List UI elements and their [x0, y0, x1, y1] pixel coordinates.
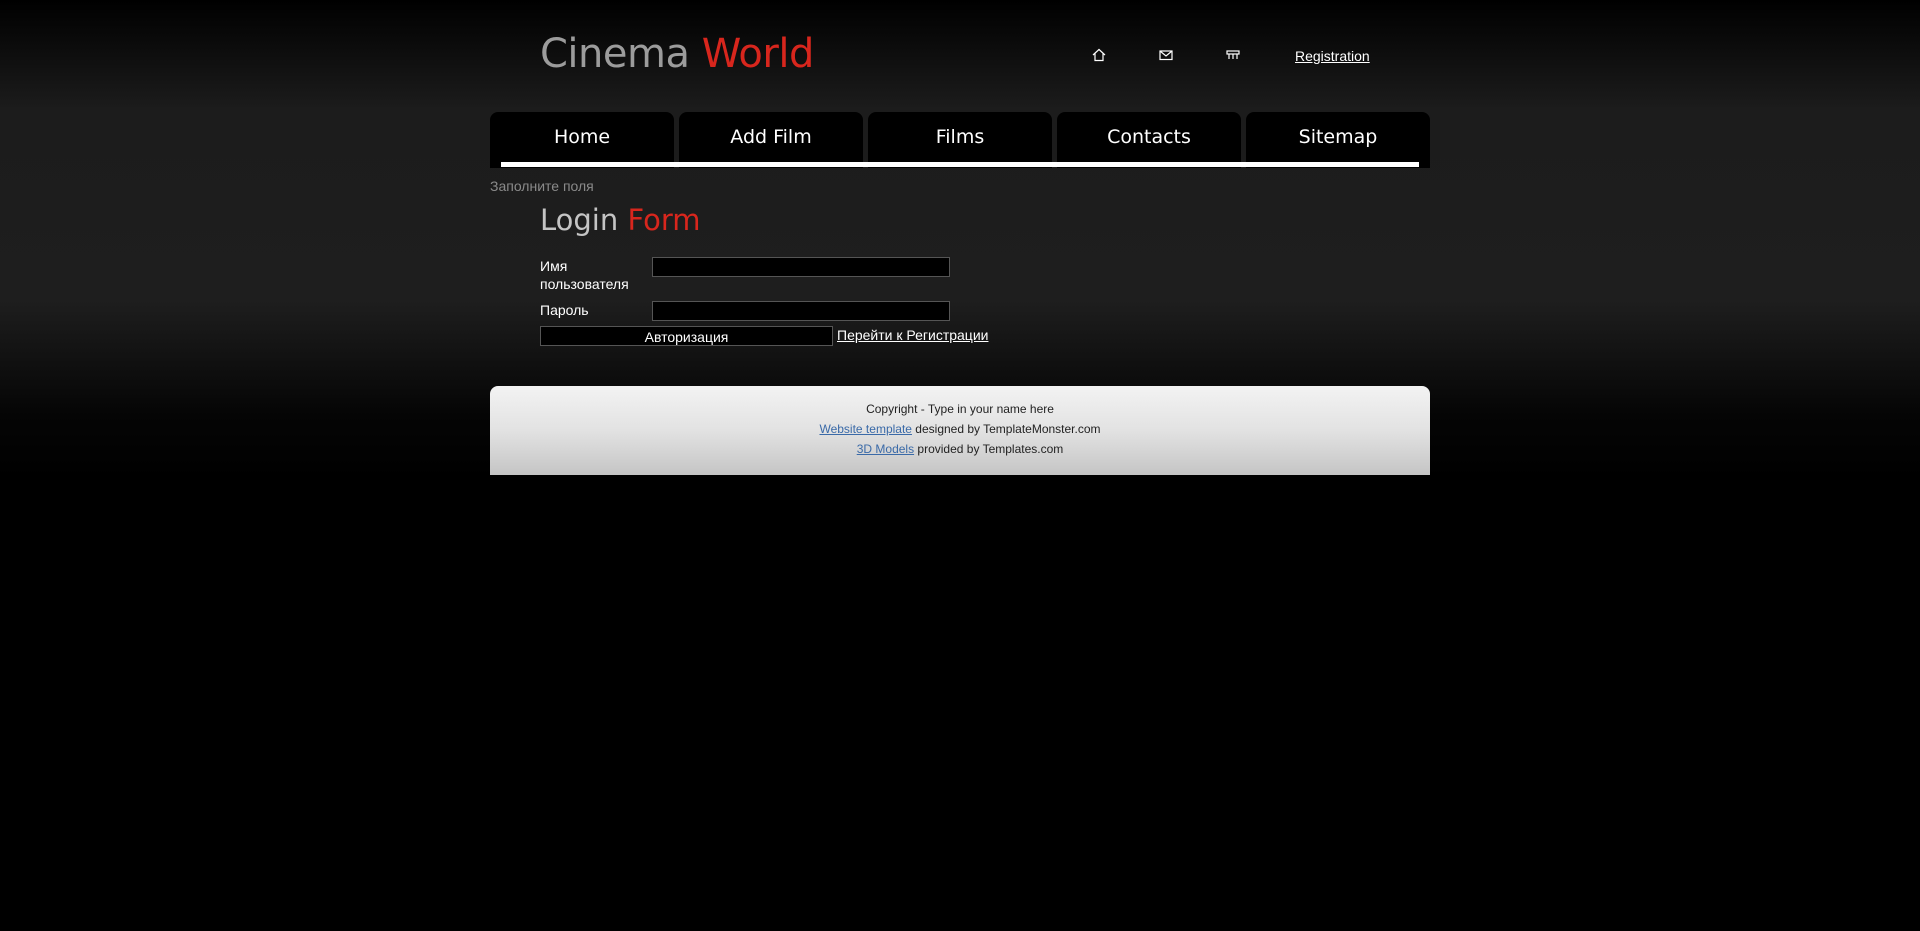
footer-template-suffix: designed by TemplateMonster.com — [911, 422, 1101, 436]
footer-models-line: 3D Models provided by Templates.com — [490, 441, 1430, 457]
footer-copyright: Copyright - Type in your name here — [866, 402, 1054, 416]
registration-link[interactable]: Registration — [1295, 48, 1370, 64]
home-icon[interactable] — [1091, 48, 1107, 62]
password-label: Пароль — [540, 302, 589, 318]
form-title: Login Form — [540, 200, 701, 240]
password-input[interactable] — [652, 301, 950, 321]
nav-item-add-film[interactable]: Add Film — [679, 112, 863, 168]
nav-item-contacts[interactable]: Contacts — [1057, 112, 1241, 168]
fill-fields-hint: Заполните поля — [490, 178, 594, 194]
username-input[interactable] — [652, 257, 950, 277]
logo-word-cinema: Cinema — [540, 31, 690, 77]
nav-item-home[interactable]: Home — [490, 112, 674, 168]
3d-models-link[interactable]: 3D Models — [857, 442, 914, 456]
nav-underline — [501, 162, 1419, 167]
footer: Copyright - Type in your name here Websi… — [490, 386, 1430, 475]
main-nav: Home Add Film Films Contacts Sitemap — [490, 112, 1430, 168]
login-submit-button[interactable]: Авторизация — [540, 326, 833, 346]
footer-models-suffix: provided by Templates.com — [914, 442, 1064, 456]
goto-registration-link[interactable]: Перейти к Регистрации — [837, 327, 988, 343]
footer-template-line: Website template designed by TemplateMon… — [490, 421, 1430, 437]
username-label: Имя пользователя — [540, 258, 629, 292]
logo-word-world: World — [701, 31, 815, 77]
mail-icon[interactable] — [1158, 48, 1174, 62]
nav-item-films[interactable]: Films — [868, 112, 1052, 168]
site-logo[interactable]: Cinema World — [540, 26, 814, 82]
nav-item-sitemap[interactable]: Sitemap — [1246, 112, 1430, 168]
form-title-word-form: Form — [627, 203, 701, 237]
sitemap-icon[interactable] — [1225, 48, 1241, 62]
form-title-word-login: Login — [540, 203, 619, 237]
website-template-link[interactable]: Website template — [819, 422, 912, 436]
